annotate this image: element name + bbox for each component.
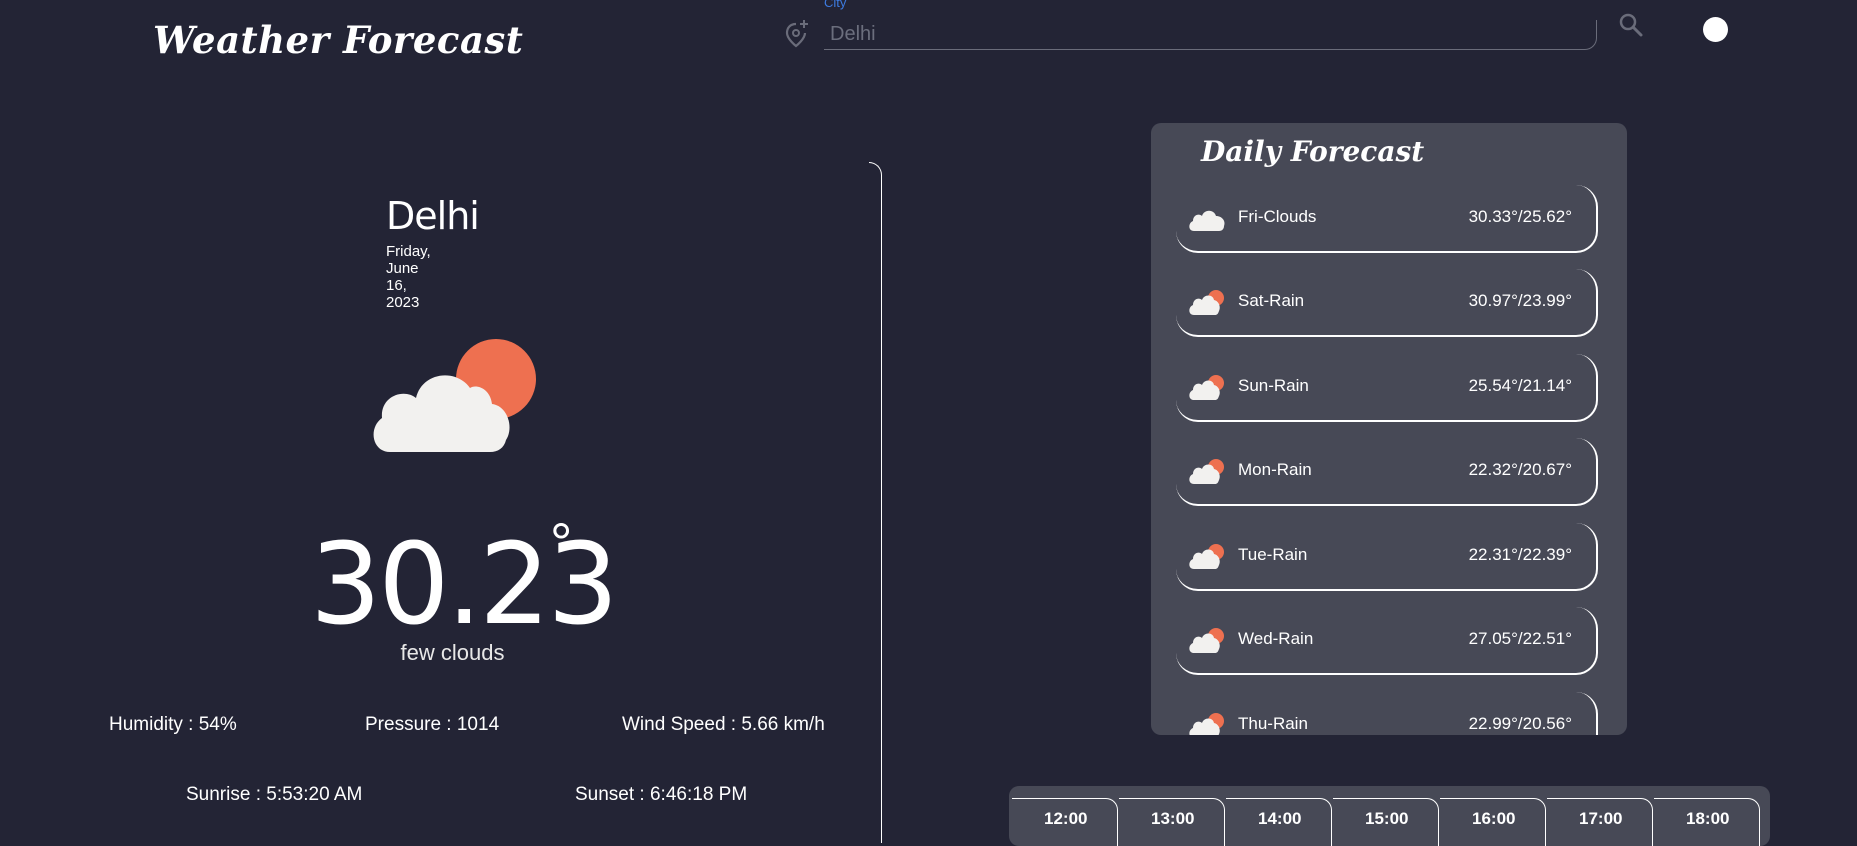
current-temperature: 30.23 xyxy=(310,520,619,650)
forecast-temp-range: 30.33°/25.62° xyxy=(1468,207,1572,226)
cloud-sun-icon xyxy=(373,339,536,452)
hour-label: 12:00 xyxy=(1044,809,1088,828)
forecast-row-sat[interactable]: Sat-Rain 30.97°/23.99° xyxy=(1176,269,1598,337)
hour-label: 14:00 xyxy=(1258,809,1302,828)
forecast-temp-range: 22.32°/20.67° xyxy=(1468,460,1572,479)
cloud-sun-icon xyxy=(1189,544,1224,569)
cloud-icon xyxy=(1189,210,1225,231)
hour-card[interactable]: 18:00 xyxy=(1654,798,1760,846)
forecast-day-label: Fri-Clouds xyxy=(1238,207,1317,226)
daily-forecast-panel: Daily Forecast Fri-Clouds 30.33°/25.62° … xyxy=(1151,123,1627,735)
hour-label: 18:00 xyxy=(1686,809,1730,828)
weather-description: few clouds xyxy=(400,640,505,665)
forecast-day-label: Wed-Rain xyxy=(1238,629,1314,648)
forecast-row-mon[interactable]: Mon-Rain 22.32°/20.67° xyxy=(1176,438,1598,506)
search-icon[interactable] xyxy=(1618,12,1644,38)
city-search-input[interactable] xyxy=(824,20,1597,50)
cloud-sun-icon xyxy=(1189,713,1224,735)
hour-label: 17:00 xyxy=(1579,809,1623,828)
hour-card[interactable]: 17:00 xyxy=(1547,798,1653,846)
cloud-sun-icon xyxy=(1189,290,1224,315)
cloud-sun-icon xyxy=(1189,375,1224,400)
degree-symbol: ° xyxy=(550,511,573,574)
city-search: City xyxy=(785,0,1605,56)
hour-card[interactable]: 15:00 xyxy=(1333,798,1439,846)
current-date: Friday, June 16, 2023 xyxy=(386,243,431,311)
forecast-temp-range: 30.97°/23.99° xyxy=(1468,291,1572,310)
forecast-temp-range: 22.31°/22.39° xyxy=(1468,545,1572,564)
city-field-label: City xyxy=(824,0,847,10)
section-divider xyxy=(869,162,882,843)
wind-speed-value: Wind Speed : 5.66 km/h xyxy=(622,714,825,735)
forecast-row-tue[interactable]: Tue-Rain 22.31°/22.39° xyxy=(1176,523,1598,591)
forecast-day-label: Thu-Rain xyxy=(1238,714,1308,733)
hour-card[interactable]: 12:00 xyxy=(1012,798,1118,846)
forecast-row-sun[interactable]: Sun-Rain 25.54°/21.14° xyxy=(1176,354,1598,422)
hour-label: 13:00 xyxy=(1151,809,1195,828)
forecast-row-thu[interactable]: Thu-Rain 22.99°/20.56° xyxy=(1176,692,1598,735)
theme-toggle[interactable] xyxy=(1703,17,1728,42)
hour-card[interactable]: 13:00 xyxy=(1119,798,1225,846)
hour-label: 15:00 xyxy=(1365,809,1409,828)
forecast-temp-range: 22.99°/20.56° xyxy=(1468,714,1572,733)
city-name: Delhi xyxy=(386,194,480,238)
forecast-day-label: Sun-Rain xyxy=(1238,376,1309,395)
app-title: Weather Forecast xyxy=(153,18,524,62)
forecast-row-fri[interactable]: Fri-Clouds 30.33°/25.62° xyxy=(1176,185,1598,253)
cloud-sun-icon xyxy=(1189,628,1224,653)
forecast-day-label: Tue-Rain xyxy=(1238,545,1308,564)
hourly-forecast-panel: 12:00 13:00 14:00 15:00 16:00 17:00 18:0… xyxy=(1009,786,1770,846)
hour-label: 16:00 xyxy=(1472,809,1516,828)
daily-forecast-title: Daily Forecast xyxy=(1201,135,1425,168)
forecast-row-wed[interactable]: Wed-Rain 27.05°/22.51° xyxy=(1176,607,1598,675)
add-location-icon[interactable] xyxy=(785,18,811,48)
forecast-day-label: Mon-Rain xyxy=(1238,460,1312,479)
forecast-day-label: Sat-Rain xyxy=(1238,291,1305,310)
forecast-temp-range: 27.05°/22.51° xyxy=(1468,629,1572,648)
humidity-value: Humidity : 54% xyxy=(109,714,237,735)
hour-card[interactable]: 14:00 xyxy=(1226,798,1332,846)
pressure-value: Pressure : 1014 xyxy=(365,714,500,735)
forecast-temp-range: 25.54°/21.14° xyxy=(1468,376,1572,395)
sunset-value: Sunset : 6:46:18 PM xyxy=(575,784,748,805)
hour-card[interactable]: 16:00 xyxy=(1440,798,1546,846)
sunrise-value: Sunrise : 5:53:20 AM xyxy=(186,784,363,805)
cloud-sun-icon xyxy=(1189,459,1224,484)
